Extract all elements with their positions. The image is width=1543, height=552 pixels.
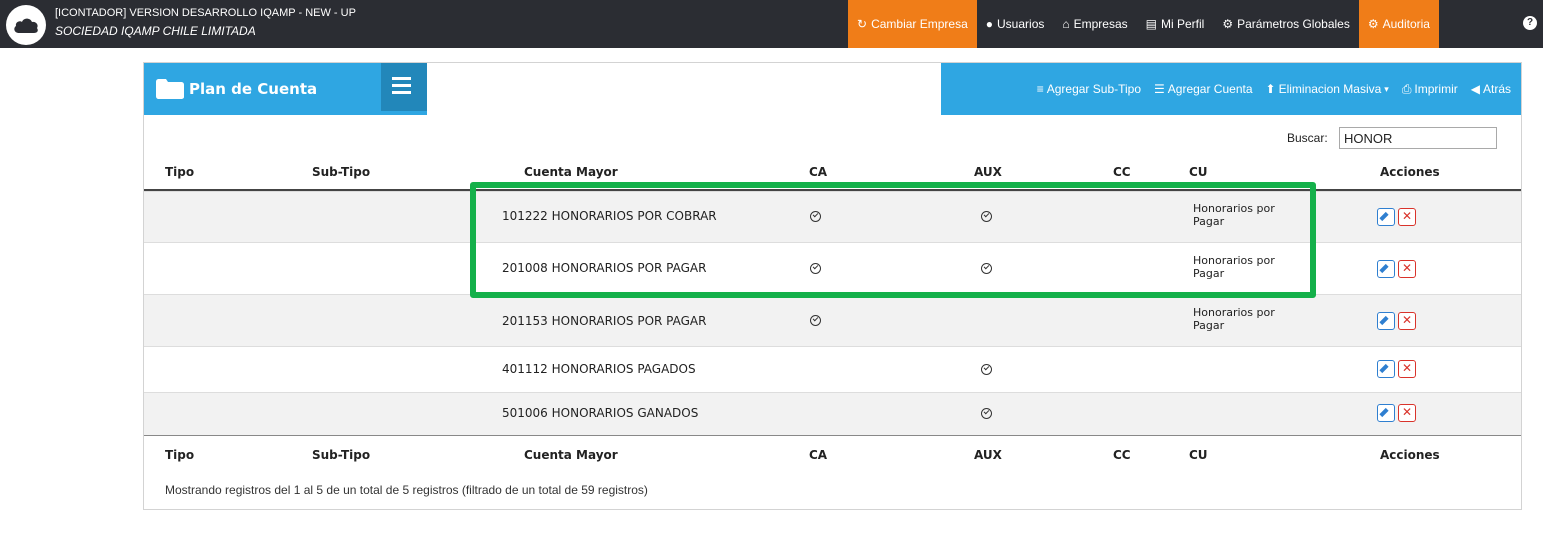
nav-label: Auditoria	[1382, 17, 1430, 31]
nav-parametros-globales[interactable]: ⚙ Parámetros Globales	[1213, 0, 1358, 48]
check-circle-icon	[981, 408, 992, 419]
header-spacer	[427, 63, 941, 115]
delete-button[interactable]: ✕	[1398, 208, 1416, 226]
nav-empresas[interactable]: ⌂ Empresas	[1053, 0, 1136, 48]
print-icon: ⎙	[1401, 81, 1412, 96]
app-logo[interactable]	[6, 5, 46, 45]
table-info: Mostrando registros del 1 al 5 de un tot…	[165, 483, 648, 497]
delete-button[interactable]: ✕	[1398, 312, 1416, 330]
footer-col-ca: CA	[809, 448, 828, 462]
nav-label: Usuarios	[997, 17, 1045, 31]
edit-button[interactable]	[1377, 312, 1395, 330]
table-row: 401112 HONORARIOS PAGADOS ✕	[144, 346, 1521, 392]
company-name: SOCIEDAD IQAMP CHILE LIMITADA	[55, 24, 256, 38]
action-label: Eliminacion Masiva	[1278, 82, 1382, 96]
list-icon: ☰	[1154, 82, 1165, 96]
home-icon: ⌂	[1062, 17, 1070, 31]
upload-icon: ⬆	[1265, 82, 1276, 96]
footer-col-cc: CC	[1113, 448, 1131, 462]
col-tipo[interactable]: Tipo	[165, 165, 194, 179]
search-input[interactable]	[1339, 127, 1497, 149]
stack-icon: ≡	[1036, 82, 1044, 96]
gears-icon: ⚙	[1367, 17, 1379, 31]
action-label: Imprimir	[1414, 82, 1458, 96]
action-label: Agregar Sub-Tipo	[1046, 82, 1142, 96]
footer-col-aux: AUX	[974, 448, 1002, 462]
nav-label: Cambiar Empresa	[871, 17, 968, 31]
footer-col-tipo: Tipo	[165, 448, 195, 462]
action-label: Agregar Cuenta	[1167, 82, 1253, 96]
cuenta-mayor-cell: 401112 HONORARIOS PAGADOS	[502, 362, 696, 376]
delete-button[interactable]: ✕	[1398, 360, 1416, 378]
user-icon: ●	[985, 17, 994, 31]
nav-label: Mi Perfil	[1161, 17, 1205, 31]
top-bar: [ICONTADOR] VERSION DESARROLLO IQAMP - N…	[0, 0, 1543, 48]
cuenta-mayor-cell: 501006 HONORARIOS GANADOS	[502, 406, 699, 420]
edit-button[interactable]	[1377, 360, 1395, 378]
back-icon: ◀	[1470, 82, 1480, 96]
menu-toggle-button[interactable]	[381, 63, 427, 111]
nav-auditoria[interactable]: ⚙ Auditoria	[1358, 0, 1439, 48]
atras-button[interactable]: ◀ Atrás	[1471, 82, 1511, 96]
cuenta-mayor-cell: 201153 HONORARIOS POR PAGAR	[502, 314, 707, 328]
footer-col-acciones: Acciones	[1380, 448, 1440, 462]
panel-header: Plan de Cuenta ≡ Agregar Sub-Tipo ☰ Agre…	[144, 63, 1521, 115]
col-cuenta-mayor[interactable]: Cuenta Mayor	[524, 165, 618, 179]
panel-title: Plan de Cuenta	[189, 80, 318, 98]
table-row: 201153 HONORARIOS POR PAGAR Honorarios p…	[144, 294, 1521, 346]
footer-divider	[144, 435, 1521, 436]
agregar-sub-tipo-button[interactable]: ≡ Agregar Sub-Tipo	[1037, 82, 1141, 96]
col-aux[interactable]: AUX	[974, 165, 1002, 179]
top-nav: ↻ Cambiar Empresa ● Usuarios ⌂ Empresas …	[848, 0, 1439, 48]
highlight-box	[470, 182, 1316, 298]
question-icon[interactable]: ?	[1523, 16, 1537, 30]
app-title: [ICONTADOR] VERSION DESARROLLO IQAMP - N…	[55, 7, 356, 19]
chevron-down-icon: ▾	[1384, 83, 1389, 94]
panel-actions: ≡ Agregar Sub-Tipo ☰ Agregar Cuenta ⬆ El…	[1024, 63, 1511, 115]
col-ca[interactable]: CA	[809, 165, 827, 179]
col-acciones: Acciones	[1380, 165, 1440, 179]
footer-col-sub-tipo: Sub-Tipo	[312, 448, 371, 462]
check-circle-icon	[981, 364, 992, 375]
search-label: Buscar:	[1287, 131, 1328, 145]
cloud-icon	[14, 18, 38, 33]
nav-cambiar-empresa[interactable]: ↻ Cambiar Empresa	[848, 0, 977, 48]
col-sub-tipo[interactable]: Sub-Tipo	[312, 165, 370, 179]
edit-button[interactable]	[1377, 404, 1395, 422]
footer-col-cu: CU	[1189, 448, 1208, 462]
col-cu[interactable]: CU	[1189, 165, 1208, 179]
refresh-icon: ↻	[857, 17, 868, 31]
agregar-cuenta-button[interactable]: ☰ Agregar Cuenta	[1154, 82, 1253, 96]
delete-button[interactable]: ✕	[1398, 404, 1416, 422]
imprimir-button[interactable]: ⎙ Imprimir	[1402, 82, 1458, 97]
col-cc[interactable]: CC	[1113, 165, 1131, 179]
footer-col-cuenta-mayor: Cuenta Mayor	[524, 448, 618, 462]
nav-label: Empresas	[1073, 17, 1128, 31]
eliminacion-masiva-dropdown[interactable]: ⬆ Eliminacion Masiva ▾	[1266, 82, 1389, 96]
table-row: 501006 HONORARIOS GANADOS ✕	[144, 392, 1521, 435]
gear-icon: ⚙	[1222, 17, 1234, 31]
folder-open-icon: ▤	[1145, 17, 1157, 31]
delete-button[interactable]: ✕	[1398, 260, 1416, 278]
folder-icon	[156, 79, 184, 99]
check-circle-icon	[810, 315, 821, 326]
cu-cell: Honorarios por Pagar	[1193, 306, 1275, 332]
nav-label: Parámetros Globales	[1237, 17, 1350, 31]
action-label: Atrás	[1482, 82, 1511, 96]
edit-button[interactable]	[1377, 208, 1395, 226]
edit-button[interactable]	[1377, 260, 1395, 278]
nav-usuarios[interactable]: ● Usuarios	[977, 0, 1054, 48]
nav-mi-perfil[interactable]: ▤ Mi Perfil	[1137, 0, 1214, 48]
